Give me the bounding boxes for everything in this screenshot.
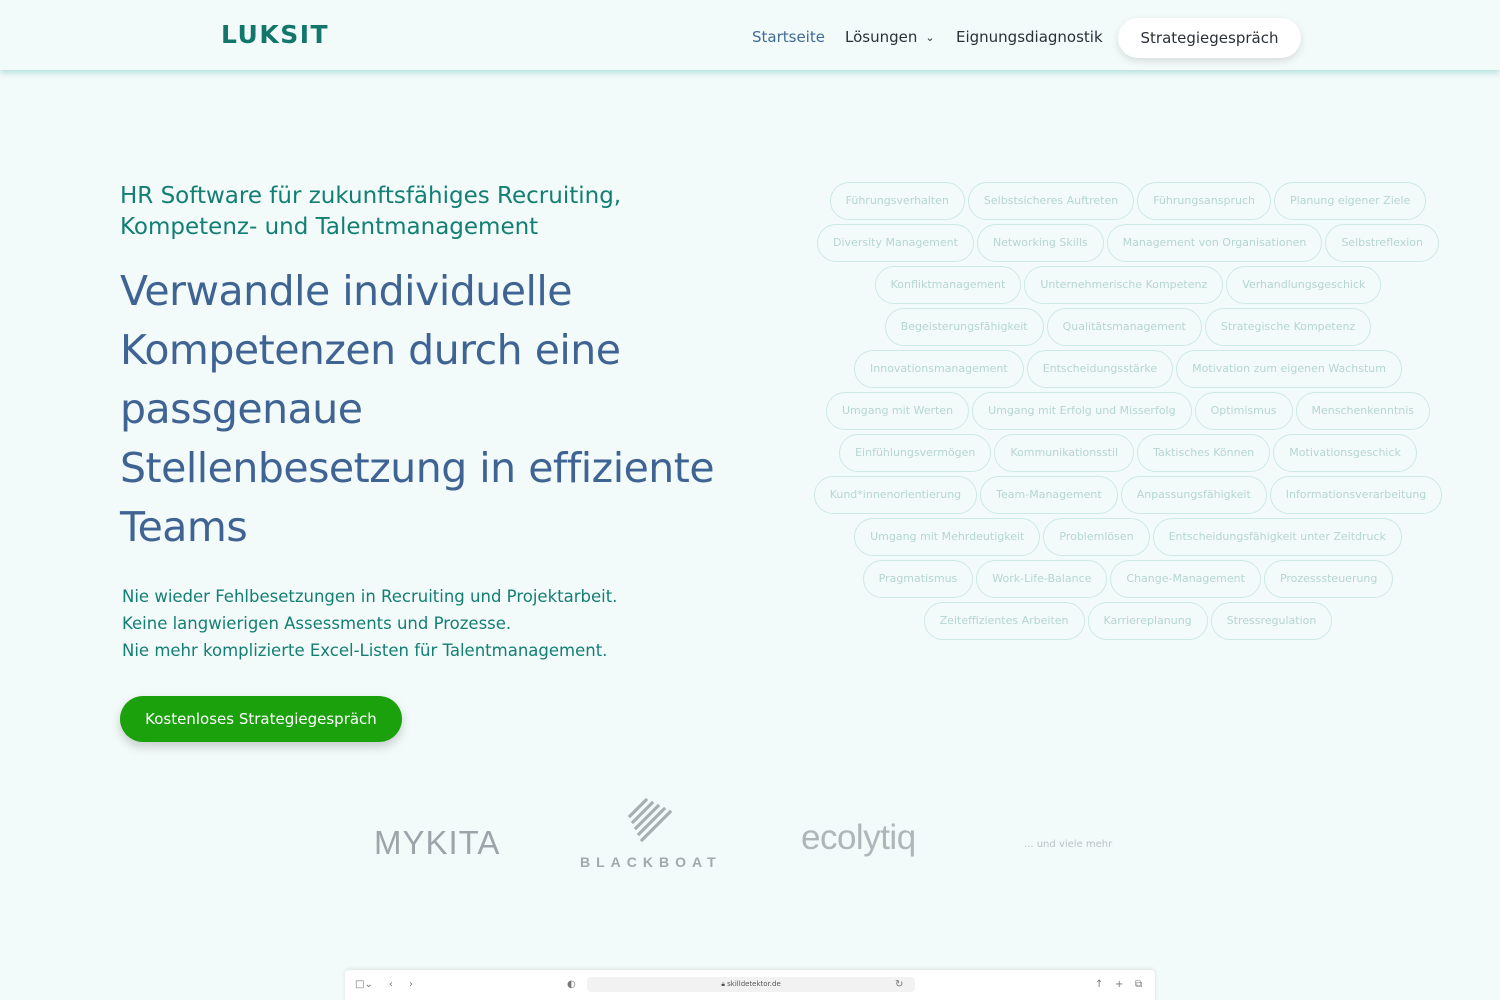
blackboat-logo: BLACKBOAT (580, 798, 720, 870)
skill-row: Innovationsmanagement Entscheidungsstärke… (800, 350, 1456, 388)
shield-icon: ◐ (567, 979, 576, 990)
headline-line: Verwandle individuelle (120, 267, 572, 315)
nav-startseite[interactable]: Startseite (752, 28, 825, 46)
chevron-down-icon: ⌄ (925, 31, 935, 44)
translate-icon: ↻ (895, 979, 904, 990)
skill-tag: Management von Organisationen (1106, 224, 1323, 262)
skill-tag: Führungsverhalten (829, 182, 965, 220)
skill-tag: Problemlösen (1043, 518, 1150, 556)
skill-tag: Informationsverarbeitung (1269, 476, 1443, 514)
skill-row: Konfliktmanagement Unternehmerische Kompe… (800, 266, 1456, 304)
mykita-logo: MYKITA (374, 824, 501, 861)
skill-row: Diversity Management Networking Skills Man… (800, 224, 1456, 262)
skill-row: Zeiteffizientes Arbeiten Karriereplanung S… (800, 602, 1456, 640)
skill-tag: Einfühlungsvermögen (839, 434, 992, 472)
back-arrow-icon: ‹ (389, 979, 393, 990)
sidebar-icon: □⌄ (355, 979, 373, 990)
skill-tag: Verhandlungsgeschick (1226, 266, 1382, 304)
skill-tag: Qualitätsmanagement (1046, 308, 1202, 346)
skill-tag: Work-Life-Balance (976, 560, 1108, 598)
skill-tag: Konfliktmanagement (874, 266, 1022, 304)
skill-tag: Motivationsgeschick (1273, 434, 1417, 472)
skill-tag: Selbstreflexion (1325, 224, 1439, 262)
skill-tag-cloud: Führungsverhalten Selbstsicheres Auftrete… (800, 182, 1456, 640)
hero-eyebrow: HR Software für zukunftsfähiges Recruiti… (120, 183, 622, 240)
headline-line: Kompetenzen durch eine (120, 326, 621, 374)
nav-loesungen[interactable]: Lösungen ⌄ (845, 28, 935, 46)
headline-line: Teams (120, 503, 248, 551)
skill-tag: Team-Management (980, 476, 1118, 514)
kostenloses-strategiegespraech-button[interactable]: Kostenloses Strategiegespräch (120, 696, 402, 742)
tabs-overview-icon: ⧉ (1135, 979, 1143, 990)
skill-tag: Networking Skills (976, 224, 1104, 262)
nav-eignungsdiagnostik[interactable]: Eignungsdiagnostik (956, 28, 1103, 46)
skill-tag: Diversity Management (817, 224, 974, 262)
skill-tag: Karriereplanung (1087, 602, 1208, 640)
skill-tag: Kommunikationsstil (994, 434, 1135, 472)
new-tab-icon: + (1115, 979, 1124, 990)
browser-url: skilldetektor.de (727, 980, 781, 988)
skill-tag: Change-Management (1110, 560, 1261, 598)
skill-tag: Planung eigener Ziele (1274, 182, 1427, 220)
skill-row: Führungsverhalten Selbstsicheres Auftrete… (800, 182, 1456, 220)
skill-row: Umgang mit Mehrdeutigkeit Problemlösen Ent… (800, 518, 1456, 556)
skill-row: Umgang mit Werten Umgang mit Erfolg und M… (800, 392, 1456, 430)
skill-tag: Zeiteffizientes Arbeiten (923, 602, 1085, 640)
skill-tag: Menschenkenntnis (1295, 392, 1431, 430)
blackboat-wordmark: BLACKBOAT (580, 854, 722, 870)
skill-row: Begeisterungsfähigkeit Qualitätsmanagemen… (800, 308, 1456, 346)
benefit-item: Nie mehr komplizierte Excel-Listen für T… (122, 641, 608, 660)
lock-icon: 🔒︎ (721, 980, 725, 988)
skill-tag: Entscheidungsstärke (1026, 350, 1174, 388)
skill-tag: Kund*innenorientierung (813, 476, 978, 514)
skill-tag: Taktisches Können (1137, 434, 1271, 472)
skill-tag: Selbstsicheres Auftreten (967, 182, 1135, 220)
skill-tag: Motivation zum eigenen Wachstum (1176, 350, 1402, 388)
forward-arrow-icon: › (409, 979, 413, 990)
benefit-list: Nie wieder Fehlbesetzungen in Recruiting… (122, 583, 742, 664)
skill-tag: Optimismus (1194, 392, 1293, 430)
skill-tag: Stressregulation (1210, 602, 1333, 640)
hero-headline: Verwandle individuelle Kompetenzen durch… (120, 262, 760, 557)
share-icon: ↑ (1095, 979, 1104, 990)
skill-tag: Führungsanspruch (1137, 182, 1271, 220)
headline-line: Stellenbesetzung in effiziente (120, 444, 715, 492)
skill-tag: Innovationsmanagement (854, 350, 1024, 388)
skill-tag: Entscheidungsfähigkeit unter Zeitdruck (1152, 518, 1402, 556)
skill-tag: Prozesssteuerung (1263, 560, 1394, 598)
skill-tag: Umgang mit Erfolg und Misserfolg (972, 392, 1192, 430)
skill-tag: Anpassungsfähigkeit (1120, 476, 1267, 514)
ecolytiq-logo: ecolytiq (801, 818, 916, 857)
blackboat-mark-icon (627, 798, 673, 843)
benefit-item: Keine langwierigen Assessments und Proze… (122, 614, 512, 633)
browser-url-bar: 🔒︎ skilldetektor.de (587, 977, 915, 992)
skill-tag: Pragmatismus (862, 560, 974, 598)
more-clients-note: ... und viele mehr (1024, 839, 1113, 850)
headline-line: passgenaue (120, 385, 363, 433)
site-header: LUKSIT Startseite Lösungen ⌄ Eignungsdiag… (0, 0, 1500, 70)
skill-tag: Umgang mit Werten (825, 392, 970, 430)
skill-tag: Umgang mit Mehrdeutigkeit (854, 518, 1041, 556)
strategiegespraech-button[interactable]: Strategiegespräch (1118, 18, 1301, 58)
skill-row: Kund*innenorientierung Team-Management Anp… (800, 476, 1456, 514)
skill-row: Einfühlungsvermögen Kommunikationsstil Tak… (800, 434, 1456, 472)
browser-mockup: □⌄ ‹ › ◐ 🔒︎ skilldetektor.de ↻ ↑ + ⧉ (345, 970, 1155, 1000)
skill-tag: Unternehmerische Kompetenz (1024, 266, 1224, 304)
nav-loesungen-label: Lösungen (845, 28, 918, 46)
skill-tag: Strategische Kompetenz (1204, 308, 1372, 346)
benefit-item: Nie wieder Fehlbesetzungen in Recruiting… (122, 587, 618, 606)
skill-tag: Begeisterungsfähigkeit (884, 308, 1044, 346)
skill-row: Pragmatismus Work-Life-Balance Change-Mana… (800, 560, 1456, 598)
